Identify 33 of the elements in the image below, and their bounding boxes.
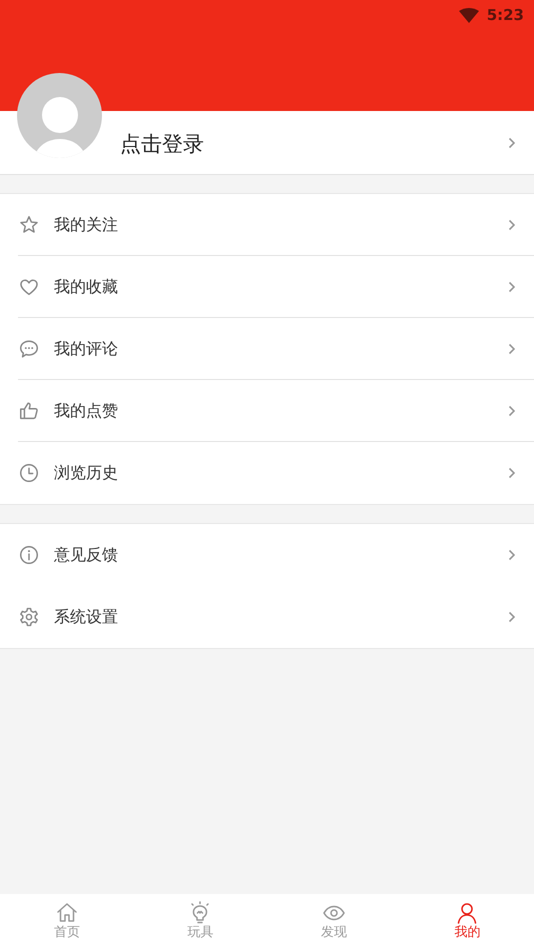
menu-label: 我的评论 [54,338,119,360]
menu-item[interactable]: 我的点赞 [18,380,534,442]
menu-label: 浏览历史 [54,462,119,484]
login-label: 点击登录 [120,130,205,158]
menu-label: 我的关注 [54,214,119,236]
menu-label: 我的点赞 [54,400,119,422]
wifi-icon [458,8,479,23]
chevron-icon [508,136,516,148]
chevron-icon [508,218,516,230]
chevron-icon [508,467,516,479]
thumbs-up-icon [18,400,40,422]
gear-icon [18,606,40,628]
clock-icon [18,462,40,484]
menu-item[interactable]: 我的收藏 [18,256,534,318]
chevron-icon [508,611,516,623]
status-time: 5:23 [486,5,524,26]
menu-item[interactable]: 我的关注 [18,194,534,256]
chevron-icon [508,404,516,416]
chevron-icon [508,342,516,354]
menu-label: 意见反馈 [54,544,119,566]
info-icon [18,544,40,566]
menu-item[interactable]: 系统设置 [18,586,534,648]
star-icon [18,214,40,236]
menu-item[interactable]: 浏览历史 [18,442,534,504]
menu-label: 我的收藏 [54,276,119,298]
home-icon [54,901,79,925]
chat-bubble-icon [18,338,40,360]
menu-label: 系统设置 [54,606,119,628]
menu-item[interactable]: 意见反馈 [18,524,534,586]
chevron-icon [508,549,516,561]
tab[interactable]: 我的 [400,894,534,949]
chevron-icon [508,280,516,292]
menu-item[interactable]: 我的评论 [18,318,534,380]
